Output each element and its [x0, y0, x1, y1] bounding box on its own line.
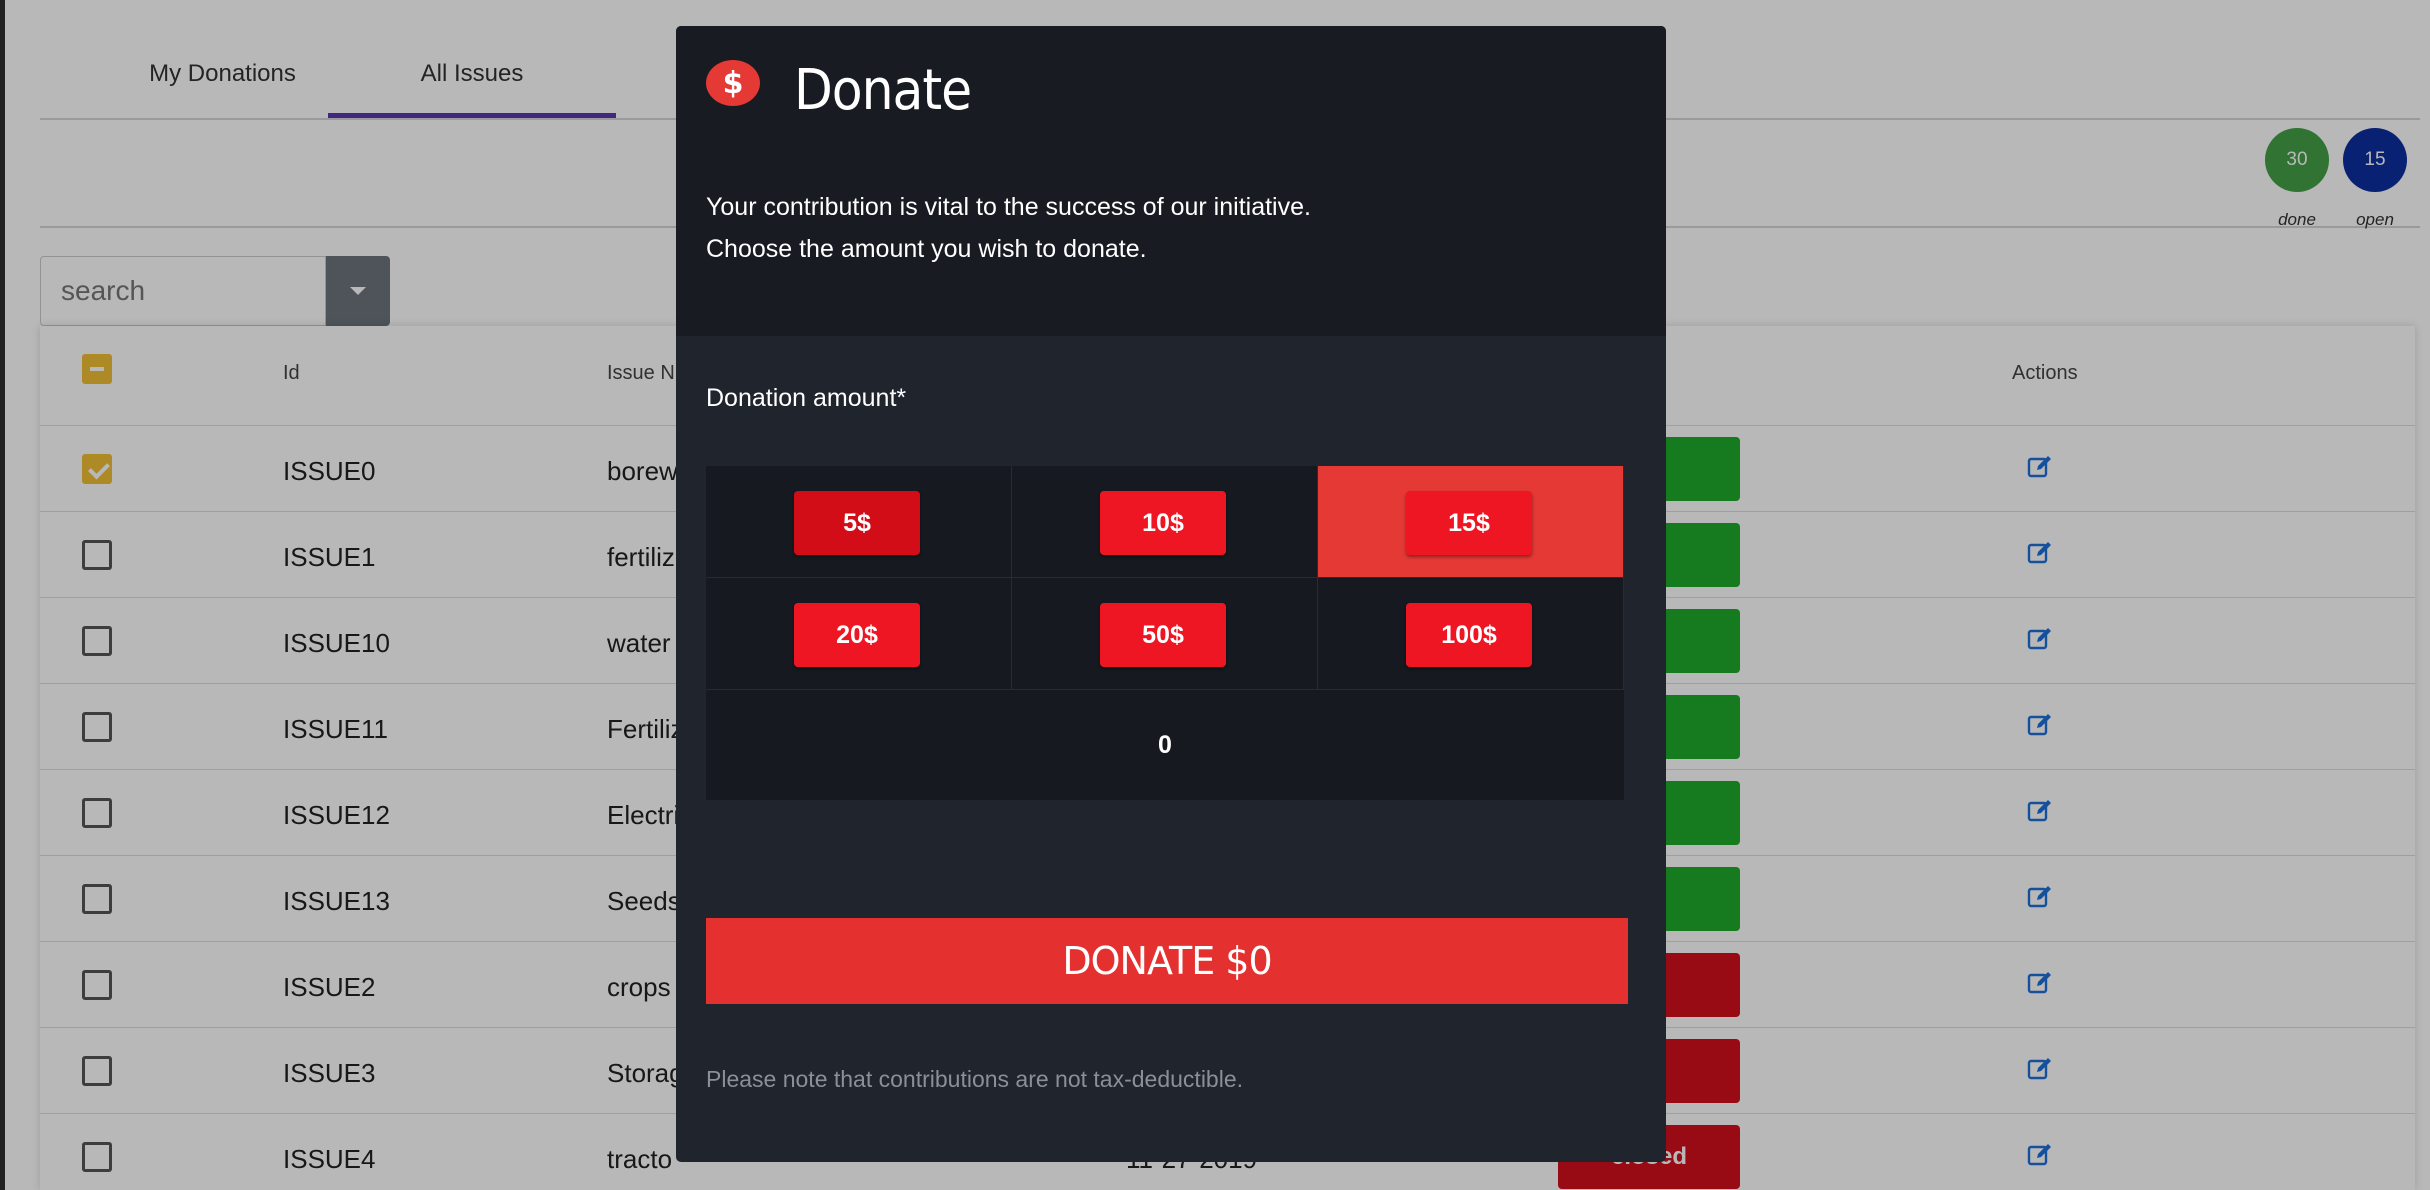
donate-modal: $ Donate Your contribution is vital to t… — [676, 26, 1666, 1162]
amount-button-100[interactable]: 100$ — [1406, 603, 1532, 667]
amount-cell[interactable]: 100$ — [1318, 578, 1624, 690]
amount-cell[interactable]: 5$ — [706, 466, 1012, 578]
amount-cell-selected[interactable]: 15$ — [1318, 466, 1624, 578]
amount-cell[interactable]: 10$ — [1012, 466, 1318, 578]
tax-note: Please note that contributions are not t… — [706, 1066, 1244, 1092]
amount-grid: 5$ 10$ 15$ 20$ 50$ 100$ 0 — [706, 466, 1624, 800]
amount-button-20[interactable]: 20$ — [794, 603, 920, 667]
donate-button[interactable]: DONATE $0 — [706, 918, 1628, 1004]
amount-button-5[interactable]: 5$ — [794, 491, 920, 555]
dollar-icon: $ — [706, 60, 760, 106]
intro-line: Choose the amount you wish to donate. — [706, 235, 1147, 263]
modal-intro: Your contribution is vital to the succes… — [706, 186, 1311, 270]
custom-amount-input[interactable]: 0 — [706, 690, 1624, 800]
amount-button-15[interactable]: 15$ — [1406, 491, 1532, 555]
donation-amount-label: Donation amount* — [706, 384, 907, 412]
modal-header: $ Donate Your contribution is vital to t… — [676, 26, 1666, 336]
amount-button-50[interactable]: 50$ — [1100, 603, 1226, 667]
window-edge — [0, 0, 5, 1190]
modal-title: Donate — [794, 58, 972, 123]
amount-button-10[interactable]: 10$ — [1100, 491, 1226, 555]
intro-line: Your contribution is vital to the succes… — [706, 193, 1311, 221]
amount-cell[interactable]: 20$ — [706, 578, 1012, 690]
amount-cell[interactable]: 50$ — [1012, 578, 1318, 690]
